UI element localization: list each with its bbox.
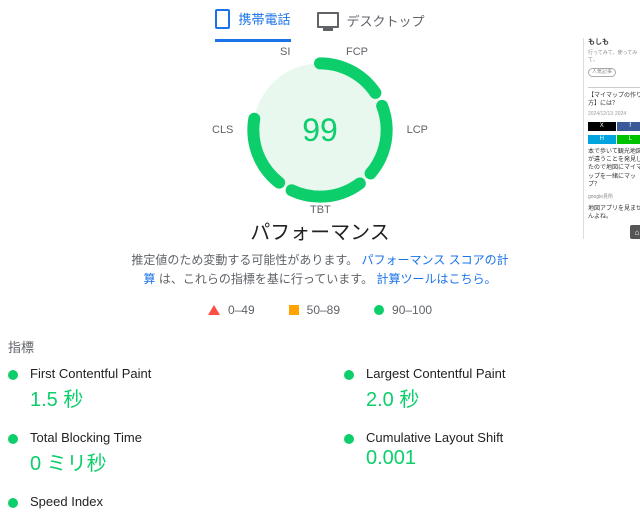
legend-mid: 50–89 bbox=[289, 303, 340, 317]
status-dot-icon bbox=[344, 370, 354, 380]
link-calc-tool[interactable]: 計算ツールはこちら。 bbox=[376, 272, 496, 286]
gauge-sub-text1: 推定値のため変動する可能性があります。 bbox=[131, 253, 358, 267]
legend-good: 90–100 bbox=[374, 303, 432, 317]
score-legend: 0–49 50–89 90–100 bbox=[0, 303, 640, 317]
sidebar-sub: 行ってみて、使ってみて。 bbox=[588, 50, 640, 64]
gauge-label-fcp: FCP bbox=[346, 46, 368, 58]
metric-lcp: Largest Contentful Paint2.0 秒 bbox=[344, 366, 640, 412]
sidebar-post-title: 【マイマップの作り方】には？ bbox=[588, 92, 640, 109]
metrics-col-right: Largest Contentful Paint2.0 秒 Cumulative… bbox=[344, 366, 640, 515]
status-dot-icon bbox=[344, 434, 354, 444]
tab-desktop[interactable]: デスクトップ bbox=[317, 6, 425, 42]
legend-bad: 0–49 bbox=[208, 303, 255, 317]
gauge-label-si: SI bbox=[280, 46, 290, 58]
sidebar-body1: 本で歩いて観光地図が違うことを発見したので地図にマイマップを一緒にマップ？ bbox=[588, 148, 640, 190]
share-fb-icon[interactable]: f bbox=[617, 122, 640, 131]
metrics-grid: First Contentful Paint1.5 秒 Total Blocki… bbox=[0, 366, 640, 515]
sidebar-social: X f bbox=[588, 122, 640, 131]
status-dot-icon bbox=[8, 434, 18, 444]
share-ln-icon[interactable]: L bbox=[617, 135, 640, 144]
metrics-heading: 指標 bbox=[8, 337, 640, 356]
home-icon[interactable]: ⌂ bbox=[630, 225, 640, 239]
sidebar-post-meta: 2024/12/13 2024 bbox=[588, 111, 640, 118]
circle-icon bbox=[374, 305, 384, 315]
status-dot-icon bbox=[8, 370, 18, 380]
gauge-sub-text2: は、これらの指標を基に行っています。 bbox=[159, 272, 373, 286]
gauge-label-lcp: LCP bbox=[407, 124, 428, 136]
sidebar-heading: もしも bbox=[588, 38, 640, 48]
sidebar-card[interactable]: 【マイマップの作り方】には？ 2024/12/13 2024 X f H L 本… bbox=[588, 87, 640, 240]
device-tabs: 携帯電話 デスクトップ bbox=[0, 0, 640, 42]
metric-cls: Cumulative Layout Shift0.001 bbox=[344, 430, 640, 470]
gauge-score: 99 bbox=[240, 50, 400, 210]
share-x-icon[interactable]: X bbox=[588, 122, 616, 131]
sidebar-preview: もしも 行ってみて、使ってみて。 人気記事 【マイマップの作り方】には？ 202… bbox=[583, 38, 640, 239]
tab-mobile[interactable]: 携帯電話 bbox=[215, 6, 290, 42]
gauge-title: パフォーマンス bbox=[0, 216, 640, 245]
square-icon bbox=[289, 305, 299, 315]
performance-gauge: 99 SI FCP LCP TBT CLS bbox=[240, 50, 400, 210]
desktop-icon bbox=[317, 12, 339, 28]
tab-desktop-label: デスクトップ bbox=[347, 11, 425, 30]
sidebar-tag[interactable]: google見所 bbox=[588, 194, 640, 201]
performance-gauge-section: 99 SI FCP LCP TBT CLS パフォーマンス 推定値のため変動する… bbox=[0, 50, 640, 317]
metric-si: Speed Index1.8 秒 bbox=[8, 494, 304, 515]
gauge-label-tbt: TBT bbox=[310, 204, 331, 216]
metrics-col-left: First Contentful Paint1.5 秒 Total Blocki… bbox=[8, 366, 304, 515]
triangle-icon bbox=[208, 305, 220, 315]
status-dot-icon bbox=[8, 498, 18, 508]
sidebar-social-2: H L bbox=[588, 135, 640, 144]
tab-mobile-label: 携帯電話 bbox=[238, 9, 290, 28]
sidebar-pill[interactable]: 人気記事 bbox=[588, 68, 616, 77]
metric-fcp: First Contentful Paint1.5 秒 bbox=[8, 366, 304, 412]
share-hb-icon[interactable]: H bbox=[588, 135, 616, 144]
sidebar-body2: 地図アプリを見ませんよね。 bbox=[588, 205, 640, 222]
metric-tbt: Total Blocking Time0 ミリ秒 bbox=[8, 430, 304, 476]
gauge-subtitle: 推定値のため変動する可能性があります。 パフォーマンス スコアの計算 は、これら… bbox=[130, 251, 510, 289]
mobile-icon bbox=[215, 9, 230, 29]
gauge-label-cls: CLS bbox=[212, 124, 233, 136]
